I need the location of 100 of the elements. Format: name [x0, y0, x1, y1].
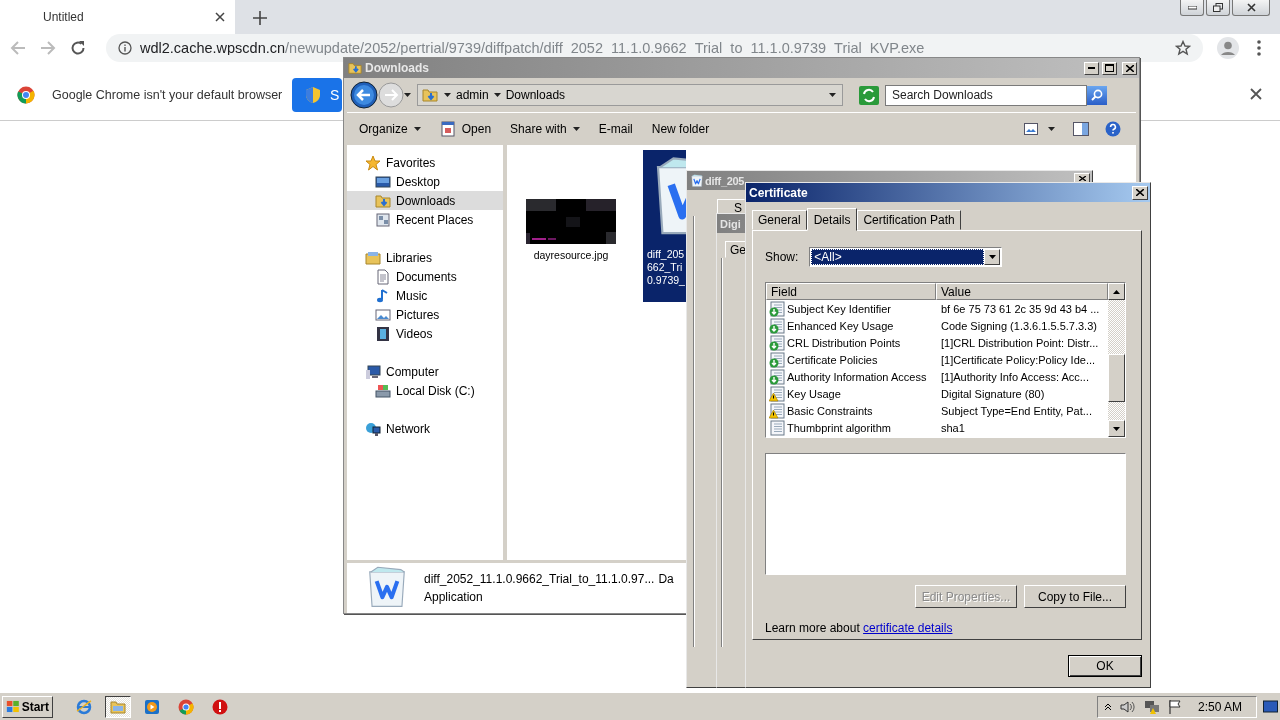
show-desktop-icon[interactable] [1263, 699, 1278, 714]
recent-icon [375, 211, 391, 228]
library-icon [365, 249, 381, 266]
nav-item[interactable]: Videos [347, 324, 503, 343]
open-icon [439, 121, 456, 137]
column-label: Da [658, 572, 674, 586]
toolbar-button[interactable]: New folder [651, 122, 710, 136]
field-name: Enhanced Key Usage [787, 319, 894, 332]
close-icon[interactable] [1250, 88, 1262, 100]
certificate-extension-icon [769, 351, 785, 368]
help-text: Learn more about [765, 621, 860, 635]
view-icon[interactable] [1024, 123, 1038, 135]
breadcrumb-item[interactable]: admin [456, 88, 489, 102]
search-button[interactable] [1087, 85, 1107, 105]
certificate-field-icon [769, 419, 785, 436]
nav-item[interactable]: Pictures [347, 305, 503, 324]
copy-to-file-button[interactable]: Copy to File... [1024, 585, 1126, 608]
arrow-up-icon [1113, 289, 1120, 294]
address-field[interactable]: admin Downloads [417, 84, 843, 106]
certificate-details-link[interactable]: certificate details [863, 621, 953, 635]
ok-button[interactable]: OK [1068, 655, 1142, 677]
disk-icon [375, 382, 391, 399]
info-icon[interactable] [118, 41, 132, 55]
bookmark-star-icon[interactable] [1175, 40, 1191, 56]
scroll-down-button[interactable] [1108, 420, 1125, 437]
file-item[interactable]: diff_205 662_Tri 0.9739_ [643, 150, 686, 302]
field-name: Thumbprint algorithm [787, 421, 891, 434]
field-name: Key Usage [787, 387, 841, 400]
field-value: [1]Authority Info Access: Acc... [940, 370, 1089, 383]
network-icon[interactable] [1143, 698, 1160, 715]
field-name: Authority Information Access [787, 370, 927, 383]
profile-avatar-icon[interactable] [1217, 37, 1239, 59]
menu-icon[interactable] [1257, 40, 1261, 56]
nav-item[interactable]: Documents [347, 267, 503, 286]
maximize-button[interactable] [1102, 61, 1117, 75]
dropdown-button[interactable] [984, 249, 1001, 265]
field-list[interactable] [765, 282, 1126, 438]
close-icon [1136, 189, 1144, 196]
nav-item[interactable]: Music [347, 286, 503, 305]
file-name-line: dayresource.jpg [533, 249, 609, 262]
nav-item[interactable]: Downloads [347, 191, 503, 210]
field-value: sha1 [940, 421, 965, 434]
column-header[interactable]: Value [936, 283, 1108, 300]
flag-icon[interactable] [1167, 699, 1182, 714]
scrollbar-thumb[interactable] [1108, 354, 1125, 402]
pictures-icon [375, 306, 391, 323]
preview-pane-icon[interactable] [1073, 122, 1089, 136]
nav-item[interactable]: Desktop [347, 172, 503, 191]
toolbar-button[interactable]: Open [439, 121, 492, 137]
chevron-up-icon[interactable] [1103, 702, 1112, 711]
taskbar-button[interactable] [105, 695, 131, 718]
dropdown-caret-icon [572, 127, 580, 131]
toolbar-button[interactable]: E-mail [598, 122, 633, 136]
nav-item[interactable]: Favorites [347, 153, 503, 172]
nav-item[interactable]: Local Disk (C:) [347, 381, 503, 400]
toolbar-button[interactable]: Share with [510, 122, 580, 136]
nav-item[interactable]: Recent Places [347, 210, 503, 229]
search-field[interactable]: Search Downloads [885, 84, 1087, 106]
toolbar-button[interactable]: Organize [359, 122, 421, 136]
tab[interactable]: Details [806, 208, 858, 231]
field-value: [1]CRL Distribution Point: Distr... [940, 336, 1099, 349]
arrow-down-icon [1113, 426, 1120, 431]
dropdown-caret-icon [829, 93, 836, 97]
set-default-button[interactable]: S [292, 78, 342, 112]
dropdown-caret-icon [1048, 127, 1055, 131]
browser-tab[interactable]: Untitled [0, 0, 235, 34]
show-dropdown[interactable]: <All> [809, 247, 1003, 267]
nav-item[interactable]: Computer [347, 362, 503, 381]
scroll-up-button[interactable] [1108, 283, 1125, 300]
file-item[interactable]: dayresource.jpg [526, 199, 616, 262]
new-tab-icon[interactable] [253, 11, 267, 25]
desktop-icon [375, 173, 391, 190]
caret-icon [444, 93, 451, 97]
close-button[interactable] [1232, 0, 1270, 16]
refresh-icon[interactable] [859, 85, 879, 105]
file-type: Application [424, 590, 484, 604]
nav-item[interactable]: Network [347, 419, 503, 438]
help-icon[interactable] [1105, 121, 1121, 137]
windows-logo-icon [6, 699, 20, 714]
tab[interactable]: General [752, 210, 807, 230]
folder-icon [110, 698, 126, 715]
app-icon [690, 173, 704, 188]
column-header[interactable]: Field [766, 283, 936, 300]
window-title: diff_205 [705, 174, 745, 187]
caret-icon [493, 93, 501, 97]
certificate-warning-icon [769, 402, 785, 419]
document-icon [375, 268, 391, 285]
close-icon[interactable] [215, 12, 225, 22]
stop-icon [212, 698, 228, 715]
nav-item[interactable]: Libraries [347, 248, 503, 267]
window-title: Downloads [365, 61, 430, 75]
start-button[interactable]: Start [2, 695, 53, 718]
reload-icon[interactable] [70, 40, 86, 56]
breadcrumb-item[interactable]: Downloads [505, 88, 566, 102]
restore-button[interactable] [1206, 0, 1230, 16]
certificate-extension-icon [769, 334, 785, 351]
tab[interactable]: Certification Path [857, 210, 961, 230]
back-button[interactable] [350, 81, 378, 109]
speaker-icon[interactable] [1119, 699, 1136, 714]
field-name: CRL Distribution Points [787, 336, 901, 349]
